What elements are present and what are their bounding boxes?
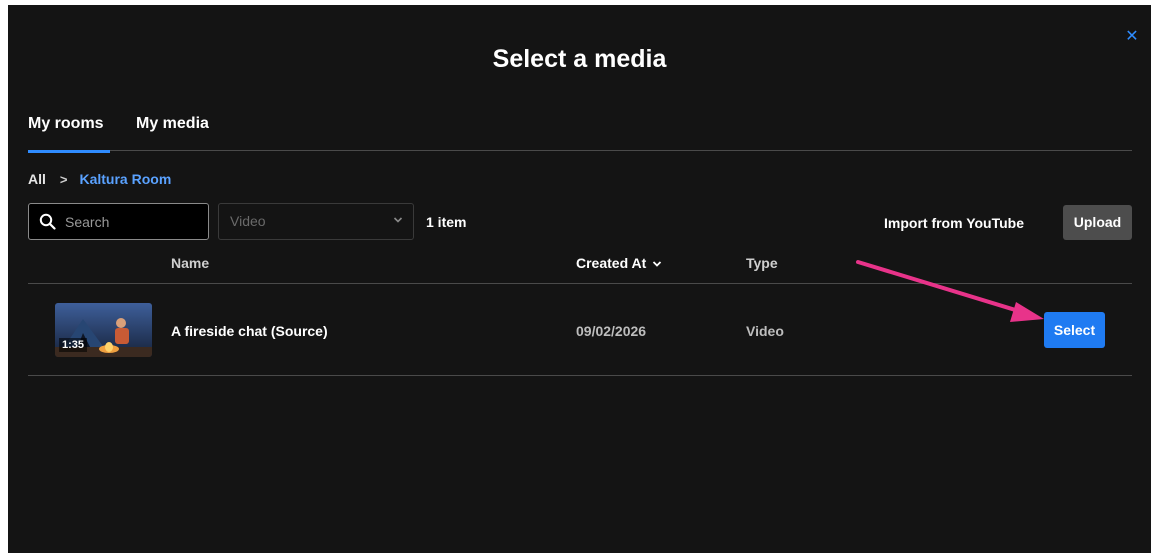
table-row: 1:35 A fireside chat (Source) 09/02/2026…: [28, 285, 1132, 376]
search-input[interactable]: [65, 204, 205, 239]
upload-button[interactable]: Upload: [1063, 205, 1132, 240]
search-icon: [39, 213, 56, 230]
media-thumbnail[interactable]: 1:35: [55, 303, 152, 357]
table-header: Name Created At Type: [28, 250, 1132, 284]
duration-badge: 1:35: [59, 338, 88, 352]
tab-my-media[interactable]: My media: [136, 110, 226, 151]
media-type-dropdown[interactable]: Video: [218, 203, 414, 240]
breadcrumb-current[interactable]: Kaltura Room: [79, 171, 171, 187]
column-created-at[interactable]: Created At: [576, 255, 662, 271]
close-icon[interactable]: ✕: [1122, 27, 1142, 47]
select-media-dialog: ✕ Select a media My rooms My media All > K…: [8, 5, 1151, 553]
column-name: Name: [171, 255, 210, 271]
import-from-youtube-button[interactable]: Import from YouTube: [884, 215, 1024, 231]
tab-bar: My rooms My media: [28, 110, 1132, 153]
item-count: 1 item: [426, 214, 467, 230]
dialog-title: Select a media: [492, 45, 667, 73]
search-box[interactable]: [28, 203, 209, 240]
chevron-down-icon: [653, 261, 662, 268]
media-type-value: Video: [230, 213, 266, 229]
media-created-at: 09/02/2026: [576, 323, 647, 339]
breadcrumb-separator-icon: >: [59, 171, 68, 187]
breadcrumb-all[interactable]: All: [28, 171, 46, 187]
breadcrumb: All > Kaltura Room: [28, 170, 171, 190]
media-type: Video: [746, 323, 784, 339]
chevron-down-icon: [393, 217, 403, 223]
select-button[interactable]: Select: [1044, 312, 1105, 348]
column-type: Type: [746, 255, 778, 271]
media-name: A fireside chat (Source): [171, 323, 328, 339]
tab-my-rooms[interactable]: My rooms: [28, 110, 110, 153]
column-created-at-label: Created At: [576, 255, 647, 271]
